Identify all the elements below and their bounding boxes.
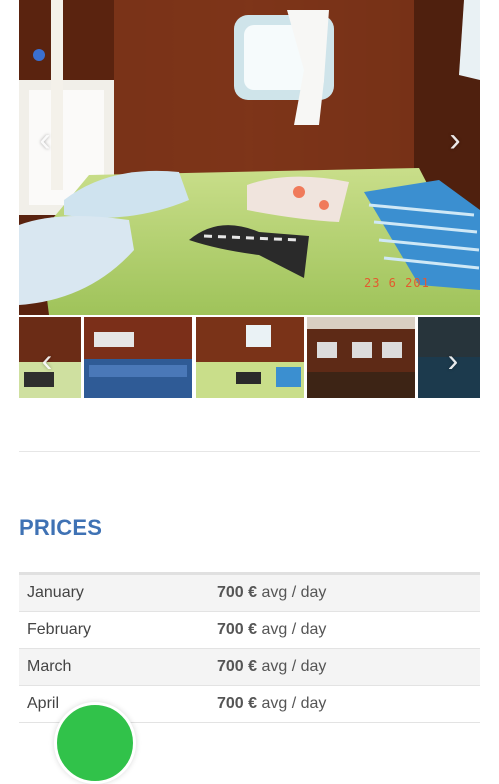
price-row-march: March 700 € avg / day bbox=[19, 649, 480, 686]
price-amount: 700 € bbox=[217, 695, 258, 712]
chat-button[interactable] bbox=[54, 702, 136, 784]
section-divider bbox=[19, 451, 480, 452]
month-label: January bbox=[27, 584, 84, 601]
price-unit: avg / day bbox=[261, 695, 327, 712]
thumbnails-next-arrow[interactable]: › bbox=[436, 340, 470, 380]
main-photo[interactable] bbox=[19, 0, 480, 315]
prices-heading: PRICES bbox=[19, 515, 103, 540]
price-amount: 700 € bbox=[217, 584, 258, 601]
thumbnail-3[interactable] bbox=[196, 317, 304, 398]
thumbnails-prev-arrow[interactable]: ‹ bbox=[30, 340, 64, 380]
thumbnail-strip bbox=[19, 317, 480, 398]
gallery-next-arrow[interactable]: › bbox=[438, 120, 472, 160]
photo-date-stamp: 23 6 201 bbox=[364, 276, 430, 290]
thumbnail-4[interactable] bbox=[307, 317, 415, 398]
month-label: March bbox=[27, 658, 72, 675]
price-unit: avg / day bbox=[261, 658, 327, 675]
price-amount: 700 € bbox=[217, 621, 258, 638]
month-label: February bbox=[27, 621, 92, 638]
price-unit: avg / day bbox=[261, 584, 327, 601]
gallery-prev-arrow[interactable]: ‹ bbox=[28, 120, 62, 160]
thumbnail-2[interactable] bbox=[84, 317, 192, 398]
price-unit: avg / day bbox=[261, 621, 327, 638]
prices-table: January 700 € avg / day February 700 € a… bbox=[19, 572, 480, 723]
price-amount: 700 € bbox=[217, 658, 258, 675]
price-row-february: February 700 € avg / day bbox=[19, 612, 480, 649]
price-row-january: January 700 € avg / day bbox=[19, 575, 480, 612]
